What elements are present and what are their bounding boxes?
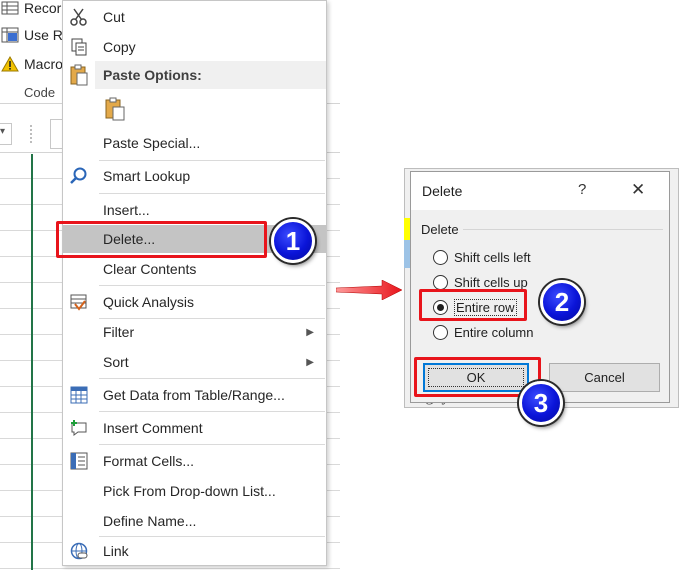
macro-security-button[interactable]: Macro xyxy=(0,52,63,76)
menu-item-label: Smart Lookup xyxy=(103,168,191,184)
arrow-icon xyxy=(336,280,402,300)
cancel-label: Cancel xyxy=(584,370,625,385)
paste-options-label: Paste Options: xyxy=(103,67,202,83)
menu-separator xyxy=(99,378,325,379)
context-menu: Cut Copy Paste Options: Paste Special...… xyxy=(62,0,327,566)
menu-separator xyxy=(99,444,325,445)
radio-button[interactable] xyxy=(433,274,448,290)
menu-item-sort[interactable]: Sort ▶ xyxy=(63,348,326,376)
menu-item-label: Sort xyxy=(103,354,129,370)
menu-item-label: Filter xyxy=(103,324,135,340)
link-icon xyxy=(67,540,91,562)
step-1-badge: 1 xyxy=(271,219,315,263)
menu-item-label: Get Data from Table/Range... xyxy=(103,387,285,403)
paste-options-label-bar: Paste Options: xyxy=(95,61,326,89)
group-divider xyxy=(463,229,663,230)
menu-separator xyxy=(99,193,325,194)
menu-separator xyxy=(99,285,325,286)
macro-security-label: Macro xyxy=(24,56,63,72)
menu-item-label: Pick From Drop-down List... xyxy=(103,483,276,499)
radio-button[interactable] xyxy=(433,324,448,340)
step-2-badge: 2 xyxy=(540,280,584,324)
grip-handle xyxy=(30,125,34,143)
menu-item-label: Quick Analysis xyxy=(103,294,195,310)
macro-security-icon xyxy=(0,55,20,73)
record-macro-button[interactable]: Recor xyxy=(0,0,61,20)
record-macro-label: Recor xyxy=(24,0,62,16)
menu-item-label: Cut xyxy=(103,9,125,25)
menu-item-filter[interactable]: Filter ▶ xyxy=(63,318,326,346)
menu-item-label: Link xyxy=(103,543,129,559)
menu-item-link[interactable]: Link xyxy=(63,537,326,565)
menu-item-pick-from-list[interactable]: Pick From Drop-down List... xyxy=(63,477,326,505)
radio-button[interactable] xyxy=(433,249,448,265)
copy-icon xyxy=(67,36,91,58)
scissors-icon xyxy=(67,6,91,28)
step-3-badge: 3 xyxy=(519,381,563,425)
ribbon-group-label: Code xyxy=(24,85,56,100)
dialog-titlebar: Delete ? ✕ xyxy=(411,172,669,210)
option-label: Shift cells left xyxy=(454,249,531,265)
menu-separator xyxy=(99,411,325,412)
relative-references-icon xyxy=(0,26,20,44)
menu-item-insert-comment[interactable]: Insert Comment xyxy=(63,414,326,442)
menu-item-smart-lookup[interactable]: Smart Lookup xyxy=(63,162,326,190)
menu-item-label: Format Cells... xyxy=(103,453,195,469)
menu-item-define-name[interactable]: Define Name... xyxy=(63,507,326,535)
comment-icon xyxy=(67,417,91,439)
menu-item-paste-special[interactable]: Paste Special... xyxy=(63,129,326,157)
menu-item-copy[interactable]: Copy xyxy=(63,33,326,61)
option-label: Entire column xyxy=(454,324,534,340)
paste-icon xyxy=(104,97,126,124)
relative-references-label: Use R xyxy=(24,27,63,43)
menu-separator xyxy=(99,160,325,161)
menu-item-get-data[interactable]: Get Data from Table/Range... xyxy=(63,381,326,409)
options-group-label: Delete xyxy=(421,222,459,237)
menu-item-label: Clear Contents xyxy=(103,261,197,277)
paste-button[interactable] xyxy=(103,97,127,123)
menu-item-quick-analysis[interactable]: Quick Analysis xyxy=(63,288,326,316)
menu-item-label: Insert... xyxy=(103,202,150,218)
cancel-button[interactable]: Cancel xyxy=(549,363,660,392)
menu-item-label: Copy xyxy=(103,39,136,55)
option-entire-column[interactable]: Entire column xyxy=(433,322,533,342)
row-header-border xyxy=(31,154,33,570)
record-macro-icon xyxy=(0,0,20,17)
name-box[interactable]: ▾ xyxy=(0,123,12,145)
help-button[interactable]: ? xyxy=(578,181,586,198)
search-icon xyxy=(67,165,91,187)
dialog-title: Delete xyxy=(422,183,463,199)
entire-row-highlight-box xyxy=(419,289,527,321)
clipboard-icon xyxy=(67,64,91,86)
menu-item-cut[interactable]: Cut xyxy=(63,3,326,31)
option-label: Shift cells up xyxy=(454,274,528,290)
format-cells-icon xyxy=(67,450,91,472)
dropdown-arrow-icon: ▾ xyxy=(0,126,6,137)
menu-item-label: Insert Comment xyxy=(103,420,203,436)
submenu-arrow-icon: ▶ xyxy=(306,326,314,338)
menu-item-label: Define Name... xyxy=(103,513,197,529)
submenu-arrow-icon: ▶ xyxy=(306,356,314,368)
table-icon xyxy=(67,384,91,406)
option-shift-cells-left[interactable]: Shift cells left xyxy=(433,247,531,267)
delete-highlight-box xyxy=(56,221,267,258)
menu-item-label: Paste Special... xyxy=(103,135,201,151)
quick-analysis-icon xyxy=(67,291,91,313)
close-button[interactable]: ✕ xyxy=(631,180,645,200)
menu-item-format-cells[interactable]: Format Cells... xyxy=(63,447,326,475)
relative-references-button[interactable]: Use R xyxy=(0,23,63,47)
